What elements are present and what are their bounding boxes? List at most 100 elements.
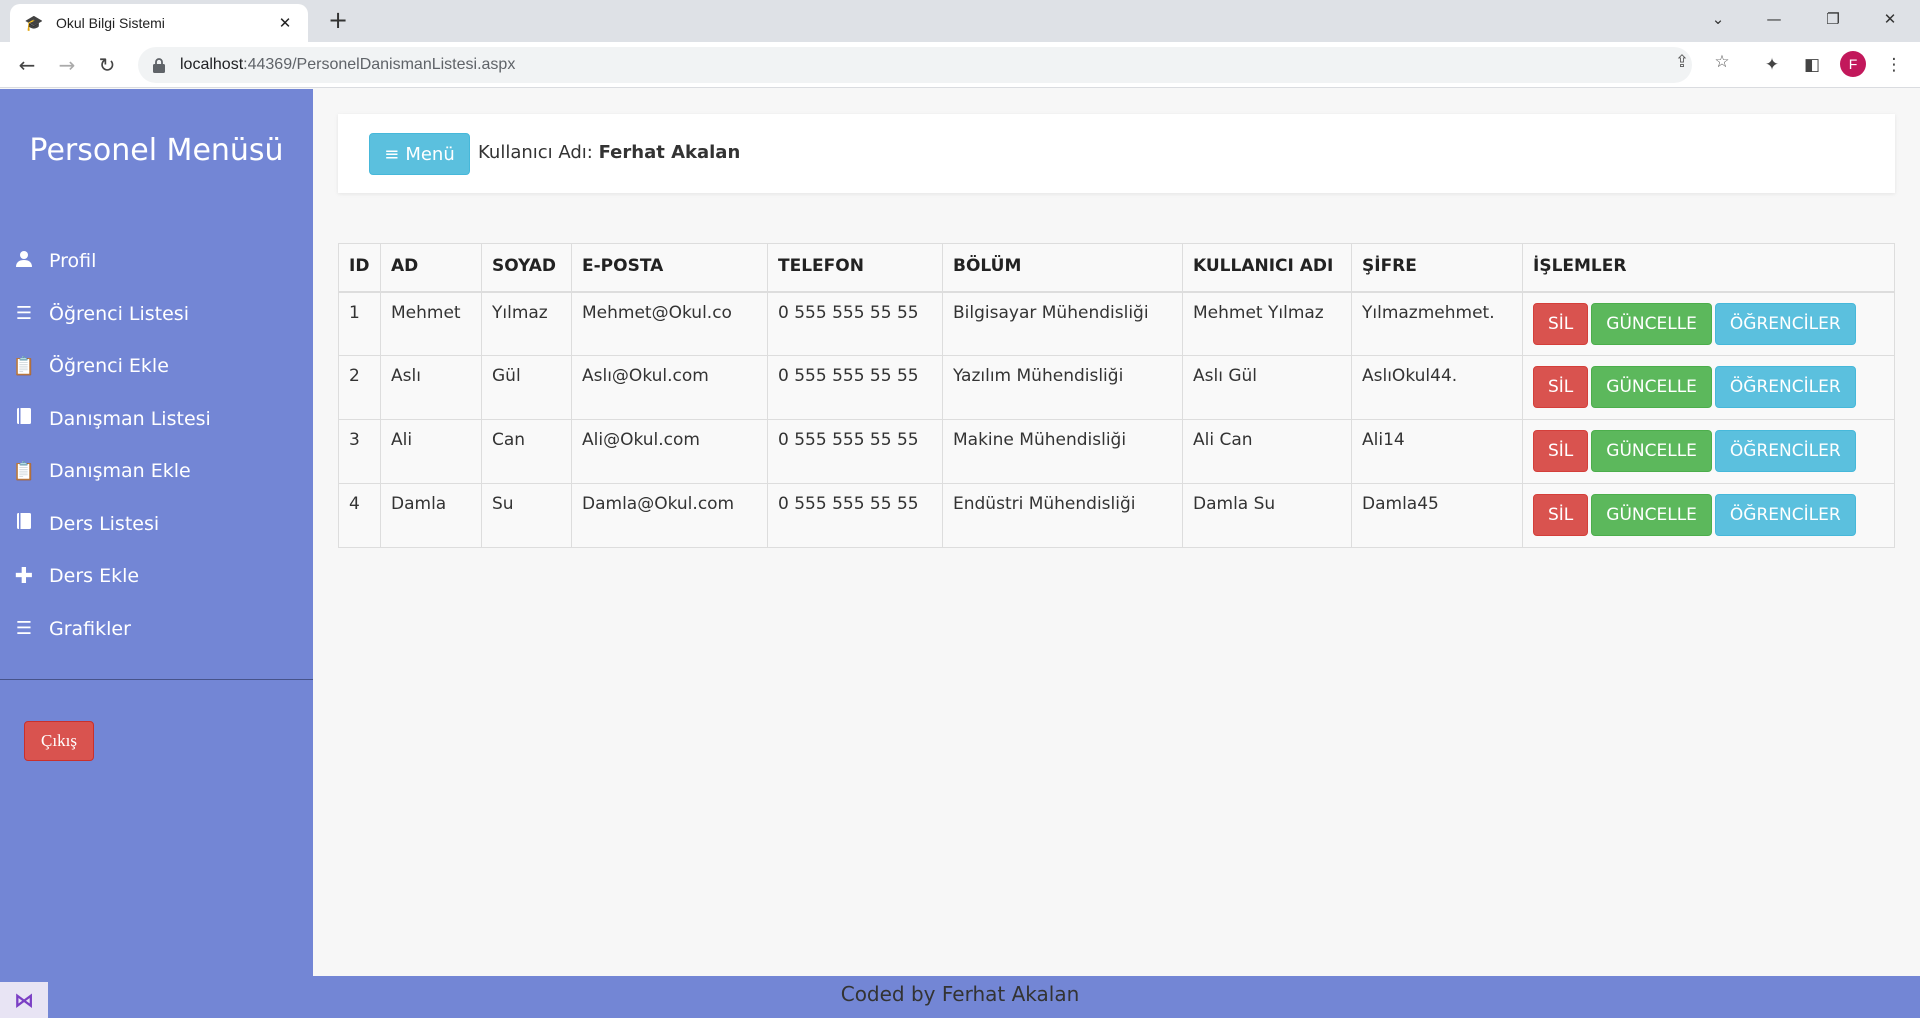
cell-sifre: Ali14 bbox=[1351, 419, 1523, 484]
cell-soyad: Su bbox=[481, 483, 572, 548]
cell-ad: Damla bbox=[380, 483, 482, 548]
cell-eposta: Aslı@Okul.com bbox=[571, 355, 768, 420]
close-tab-icon[interactable]: ✕ bbox=[276, 14, 294, 32]
sidebar-item-danisman-listesi[interactable]: Danışman Listesi bbox=[0, 393, 313, 446]
column-header: ŞİFRE bbox=[1351, 243, 1523, 293]
browser-tab[interactable]: 🎓 Okul Bilgi Sistemi ✕ bbox=[10, 4, 308, 42]
new-tab-icon[interactable]: + bbox=[324, 6, 352, 34]
address-bar[interactable]: localhost:44369/PersonelDanismanListesi.… bbox=[138, 47, 1692, 83]
cell-sifre: AslıOkul44. bbox=[1351, 355, 1523, 420]
cell-bolum: Yazılım Mühendisliği bbox=[942, 355, 1183, 420]
students-button[interactable]: ÖĞRENCİLER bbox=[1714, 366, 1856, 408]
browser-toolbar: ← → ↻ localhost:44369/PersonelDanismanLi… bbox=[0, 42, 1920, 88]
cell-telefon: 0 555 555 55 55 bbox=[767, 419, 943, 484]
minimize-icon[interactable]: — bbox=[1746, 0, 1802, 38]
clipboard-icon: 📋 bbox=[12, 355, 36, 377]
sidebar-divider bbox=[0, 679, 313, 680]
column-header: ID bbox=[338, 243, 381, 293]
menu-toggle-button[interactable]: ≡ Menü bbox=[369, 133, 470, 175]
sidebar-item-profil[interactable]: Profil bbox=[0, 235, 313, 288]
back-arrow-icon[interactable]: ← bbox=[12, 50, 42, 80]
table-row: 1 Mehmet Yılmaz Mehmet@Okul.co 0 555 555… bbox=[338, 291, 1895, 356]
tab-search-icon[interactable]: ⌄ bbox=[1690, 0, 1746, 38]
sidebar-item-label: Öğrenci Listesi bbox=[49, 302, 189, 325]
header-panel: ≡ Menü Kullanıcı Adı: Ferhat Akalan bbox=[338, 114, 1895, 193]
students-button[interactable]: ÖĞRENCİLER bbox=[1714, 430, 1856, 472]
cell-soyad: Can bbox=[481, 419, 572, 484]
footer-text: Coded by Ferhat Akalan bbox=[840, 982, 1080, 1006]
students-button[interactable]: ÖĞRENCİLER bbox=[1714, 494, 1856, 536]
cell-bolum: Bilgisayar Mühendisliği bbox=[942, 291, 1183, 356]
update-button[interactable]: GÜNCELLE bbox=[1591, 302, 1712, 345]
cell-bolum: Makine Mühendisliği bbox=[942, 419, 1183, 484]
table-row: 2 Aslı Gül Aslı@Okul.com 0 555 555 55 55… bbox=[338, 355, 1895, 420]
sidebar-item-ogrenci-ekle[interactable]: 📋 Öğrenci Ekle bbox=[0, 340, 313, 393]
delete-button[interactable]: SİL bbox=[1533, 430, 1589, 472]
sidebar-item-ogrenci-listesi[interactable]: ☰ Öğrenci Listesi bbox=[0, 288, 313, 341]
column-header: TELEFON bbox=[767, 243, 943, 293]
forward-arrow-icon[interactable]: → bbox=[52, 50, 82, 80]
update-button[interactable]: GÜNCELLE bbox=[1591, 494, 1712, 536]
side-panel-icon[interactable]: ◧ bbox=[1800, 53, 1824, 77]
cell-actions: SİL GÜNCELLE ÖĞRENCİLER bbox=[1522, 355, 1895, 420]
sidebar-item-ders-listesi[interactable]: Ders Listesi bbox=[0, 498, 313, 551]
user-info: Kullanıcı Adı: Ferhat Akalan bbox=[478, 142, 740, 163]
sidebar-item-danisman-ekle[interactable]: 📋 Danışman Ekle bbox=[0, 445, 313, 498]
sidebar-item-label: Grafikler bbox=[49, 617, 131, 640]
column-header: KULLANICI ADI bbox=[1182, 243, 1352, 293]
sidebar-item-label: Danışman Listesi bbox=[49, 407, 211, 430]
column-header: E-POSTA bbox=[571, 243, 768, 293]
sidebar-title: Personel Menüsü bbox=[29, 133, 284, 168]
kebab-menu-icon[interactable]: ⋮ bbox=[1882, 53, 1906, 77]
table-header-row: ID AD SOYAD E-POSTA TELEFON BÖLÜM KULLAN… bbox=[338, 243, 1895, 293]
menu-lines-icon: ≡ bbox=[384, 143, 400, 165]
table-row: 3 Ali Can Ali@Okul.com 0 555 555 55 55 M… bbox=[338, 419, 1895, 484]
sidebar-item-label: Danışman Ekle bbox=[49, 460, 191, 483]
cell-id: 4 bbox=[338, 483, 381, 548]
cell-eposta: Damla@Okul.com bbox=[571, 483, 768, 548]
user-icon bbox=[12, 250, 36, 273]
delete-button[interactable]: SİL bbox=[1533, 494, 1589, 536]
column-header: İŞLEMLER bbox=[1522, 243, 1895, 293]
restore-icon[interactable]: ❐ bbox=[1805, 0, 1861, 38]
plus-icon: ✚ bbox=[14, 563, 34, 589]
reload-icon[interactable]: ↻ bbox=[92, 50, 122, 80]
footer: Coded by Ferhat Akalan bbox=[0, 976, 1920, 1018]
extensions-icon[interactable]: ✦ bbox=[1760, 53, 1784, 77]
star-icon[interactable]: ☆ bbox=[1710, 50, 1734, 74]
column-header: BÖLÜM bbox=[942, 243, 1183, 293]
sidebar-item-label: Ders Ekle bbox=[49, 565, 140, 588]
students-button[interactable]: ÖĞRENCİLER bbox=[1714, 302, 1856, 345]
advisor-table: ID AD SOYAD E-POSTA TELEFON BÖLÜM KULLAN… bbox=[338, 243, 1895, 548]
cell-actions: SİL GÜNCELLE ÖĞRENCİLER bbox=[1522, 419, 1895, 484]
sidebar-item-grafikler[interactable]: ☰ Grafikler bbox=[0, 603, 313, 656]
sidebar-item-ders-ekle[interactable]: ✚ Ders Ekle bbox=[0, 550, 313, 603]
cell-ad: Ali bbox=[380, 419, 482, 484]
book-icon bbox=[12, 407, 36, 430]
exit-button[interactable]: Çıkış bbox=[24, 721, 94, 761]
user-name: Ferhat Akalan bbox=[598, 142, 741, 163]
list-icon: ☰ bbox=[15, 303, 33, 325]
cell-kullanici-adi: Ali Can bbox=[1182, 419, 1352, 484]
column-header: AD bbox=[380, 243, 482, 293]
update-button[interactable]: GÜNCELLE bbox=[1591, 366, 1712, 408]
delete-button[interactable]: SİL bbox=[1533, 302, 1589, 345]
cell-sifre: Damla45 bbox=[1351, 483, 1523, 548]
cell-id: 3 bbox=[338, 419, 381, 484]
update-button[interactable]: GÜNCELLE bbox=[1591, 430, 1712, 472]
delete-button[interactable]: SİL bbox=[1533, 366, 1589, 408]
book-icon bbox=[12, 512, 36, 535]
visual-studio-icon[interactable]: ⋈ bbox=[0, 982, 48, 1018]
menu-button-label: Menü bbox=[405, 143, 455, 165]
profile-avatar[interactable]: F bbox=[1840, 51, 1866, 77]
cell-eposta: Mehmet@Okul.co bbox=[571, 291, 768, 356]
table-row: 4 Damla Su Damla@Okul.com 0 555 555 55 5… bbox=[338, 483, 1895, 548]
close-window-icon[interactable]: ✕ bbox=[1862, 0, 1918, 38]
cell-id: 1 bbox=[338, 291, 381, 356]
cell-kullanici-adi: Damla Su bbox=[1182, 483, 1352, 548]
cell-kullanici-adi: Aslı Gül bbox=[1182, 355, 1352, 420]
cell-kullanici-adi: Mehmet Yılmaz bbox=[1182, 291, 1352, 356]
share-icon[interactable]: ⇪ bbox=[1670, 50, 1694, 74]
cell-eposta: Ali@Okul.com bbox=[571, 419, 768, 484]
cell-actions: SİL GÜNCELLE ÖĞRENCİLER bbox=[1522, 483, 1895, 548]
